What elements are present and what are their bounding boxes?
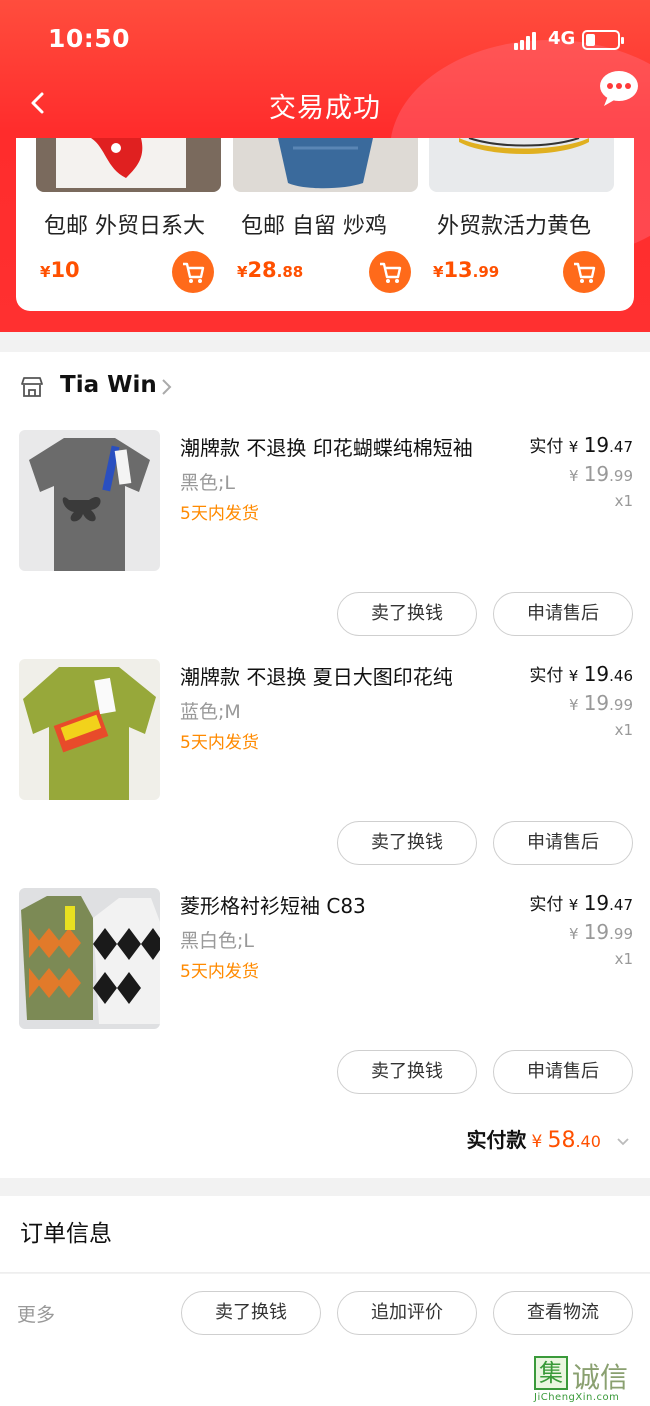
signal-icon — [514, 32, 540, 50]
more-button[interactable]: 更多 — [17, 1300, 55, 1327]
recommend-item[interactable]: 包邮 外贸日系大 ¥10 — [16, 138, 221, 311]
chevron-down-icon — [616, 1132, 630, 1146]
recommend-title: 包邮 自留 炒鸡 — [241, 214, 387, 239]
after-sale-button[interactable]: 申请售后 — [493, 1050, 633, 1094]
product-sku: 蓝色;M — [180, 701, 241, 723]
sell-button[interactable]: 卖了换钱 — [337, 821, 477, 865]
chevron-right-icon — [160, 378, 174, 396]
item-actions: 卖了换钱 申请售后 — [0, 592, 650, 636]
add-cart-button[interactable] — [563, 251, 605, 293]
recommend-strip: 包邮 外贸日系大 ¥10 包邮 自留 炒鸡 ¥28.88 外贸款活力黄色 ¥13… — [16, 138, 634, 311]
recommend-title: 外贸款活力黄色 — [437, 214, 592, 239]
shop-icon — [20, 375, 44, 399]
status-bar: 10:50 4G — [0, 0, 650, 80]
order-item[interactable]: 潮牌款 不退换 印花蝴蝶纯棉短袖 黑色;L 5天内发货 实付 ¥ 19.47 ¥… — [0, 430, 650, 659]
after-sale-button[interactable]: 申请售后 — [493, 592, 633, 636]
total-label: 实付款 — [466, 1128, 527, 1152]
shop-name: Tia Win — [60, 372, 157, 398]
quantity: x1 — [614, 721, 633, 739]
product-title: 潮牌款 不退换 夏日大图印花纯 — [180, 665, 453, 689]
add-cart-button[interactable] — [172, 251, 214, 293]
view-logistics-button[interactable]: 查看物流 — [493, 1291, 633, 1335]
quantity: x1 — [614, 950, 633, 968]
item-actions: 卖了换钱 申请售后 — [0, 821, 650, 865]
recommend-item[interactable]: 包邮 自留 炒鸡 ¥28.88 — [213, 138, 418, 311]
product-image — [19, 430, 160, 571]
product-image — [19, 659, 160, 800]
paid-price: 实付 ¥ 19.46 — [529, 662, 633, 686]
sell-button[interactable]: 卖了换钱 — [181, 1291, 321, 1335]
network-type: 4G — [548, 28, 576, 49]
original-price: ¥ 19.99 — [569, 691, 633, 715]
product-image — [36, 138, 221, 192]
shipping-note: 5天内发货 — [180, 962, 259, 982]
cart-icon — [574, 262, 596, 283]
page-title: 交易成功 — [269, 93, 381, 124]
header-banner: 10:50 4G 交易成功 包邮 外贸日系大 ¥10 包邮 自留 炒鸡 ¥28.… — [0, 0, 650, 332]
add-review-button[interactable]: 追加评价 — [337, 1291, 477, 1335]
product-title: 菱形格衬衫短袖 C83 — [180, 894, 366, 918]
order-total[interactable]: 实付款 ¥ 58.40 — [466, 1124, 630, 1153]
shipping-note: 5天内发货 — [180, 504, 259, 524]
shipping-note: 5天内发货 — [180, 733, 259, 753]
sell-button[interactable]: 卖了换钱 — [337, 1050, 477, 1094]
product-image — [233, 138, 418, 192]
watermark-url: JiChengXin.com — [534, 1392, 620, 1403]
paid-price: 实付 ¥ 19.47 — [529, 433, 633, 457]
order-info-title: 订单信息 — [20, 1221, 112, 1247]
status-time: 10:50 — [48, 24, 131, 53]
product-sku: 黑白色;L — [180, 930, 254, 952]
total-price: ¥ 58.40 — [531, 1128, 601, 1153]
product-title: 潮牌款 不退换 印花蝴蝶纯棉短袖 — [180, 436, 473, 460]
message-icon[interactable] — [598, 68, 640, 110]
sell-button[interactable]: 卖了换钱 — [337, 592, 477, 636]
battery-icon — [582, 30, 624, 50]
after-sale-button[interactable]: 申请售后 — [493, 821, 633, 865]
product-image — [19, 888, 160, 1029]
quantity: x1 — [614, 492, 633, 510]
cart-icon — [380, 262, 402, 283]
paid-price: 实付 ¥ 19.47 — [529, 891, 633, 915]
product-image — [429, 138, 614, 192]
order-info-section[interactable]: 订单信息 — [0, 1196, 650, 1273]
order-item[interactable]: 菱形格衬衫短袖 C83 黑白色;L 5天内发货 实付 ¥ 19.47 ¥ 19.… — [0, 888, 650, 1117]
recommend-title: 包邮 外贸日系大 — [44, 214, 205, 239]
item-actions: 卖了换钱 申请售后 — [0, 1050, 650, 1094]
order-item[interactable]: 潮牌款 不退换 夏日大图印花纯 蓝色;M 5天内发货 实付 ¥ 19.46 ¥ … — [0, 659, 650, 888]
recommend-price: ¥13.99 — [433, 258, 500, 282]
original-price: ¥ 19.99 — [569, 920, 633, 944]
watermark-text: 诚信 — [572, 1361, 629, 1394]
original-price: ¥ 19.99 — [569, 462, 633, 486]
recommend-item[interactable]: 外贸款活力黄色 ¥13.99 — [409, 138, 614, 311]
watermark-box: 集 — [534, 1356, 568, 1390]
watermark-logo: 集 诚信 JiChengXin.com — [534, 1356, 646, 1403]
recommend-price: ¥10 — [40, 258, 80, 282]
recommend-price: ¥28.88 — [237, 258, 304, 282]
add-cart-button[interactable] — [369, 251, 411, 293]
cart-icon — [183, 262, 205, 283]
product-sku: 黑色;L — [180, 472, 235, 494]
shop-order-card: Tia Win 潮牌款 不退换 印花蝴蝶纯棉短袖 黑色;L 5天内发货 实付 ¥… — [0, 352, 650, 1178]
